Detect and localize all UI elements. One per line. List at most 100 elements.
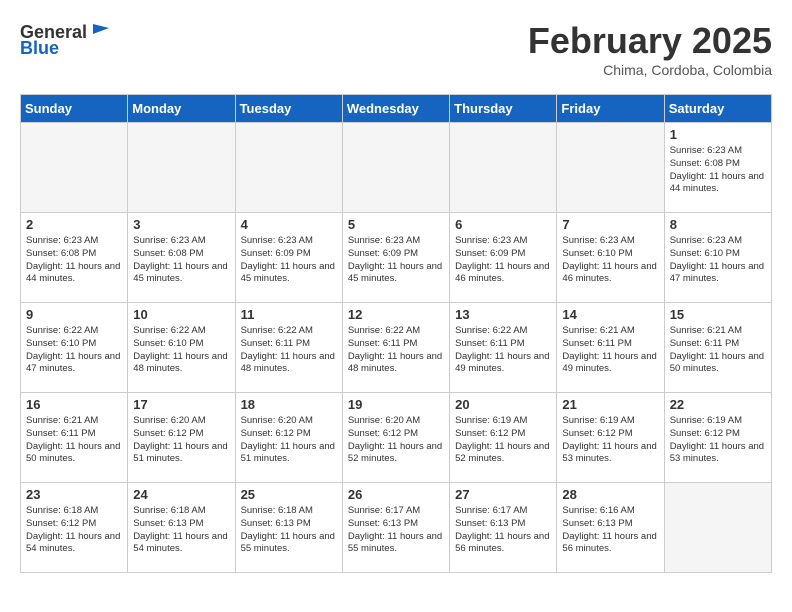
day-info: Sunrise: 6:20 AMSunset: 6:12 PMDaylight:… bbox=[348, 415, 444, 466]
calendar-cell: 7 Sunrise: 6:23 AMSunset: 6:10 PMDaylight… bbox=[557, 213, 664, 303]
calendar-cell: 5 Sunrise: 6:23 AMSunset: 6:09 PMDaylight… bbox=[342, 213, 449, 303]
day-number: 1 bbox=[670, 127, 766, 142]
day-number: 28 bbox=[562, 487, 658, 502]
day-info: Sunrise: 6:20 AMSunset: 6:12 PMDaylight:… bbox=[241, 415, 337, 466]
day-info: Sunrise: 6:18 AMSunset: 6:13 PMDaylight:… bbox=[241, 505, 337, 556]
calendar-cell: 14 Sunrise: 6:21 AMSunset: 6:11 PMDayligh… bbox=[557, 303, 664, 393]
calendar-cell: 1 Sunrise: 6:23 AMSunset: 6:08 PMDaylight… bbox=[664, 123, 771, 213]
calendar-cell: 6Sunrise: 6:23 AMSunset: 6:09 PMDaylight… bbox=[450, 213, 557, 303]
day-number: 11 bbox=[241, 307, 337, 322]
calendar-cell: 3Sunrise: 6:23 AMSunset: 6:08 PMDaylight… bbox=[128, 213, 235, 303]
day-info: Sunrise: 6:18 AMSunset: 6:13 PMDaylight:… bbox=[133, 505, 229, 556]
calendar-cell bbox=[664, 483, 771, 573]
day-number: 27 bbox=[455, 487, 551, 502]
calendar-week-2: 2 Sunrise: 6:23 AMSunset: 6:08 PMDaylight… bbox=[21, 213, 772, 303]
day-number: 15 bbox=[670, 307, 766, 322]
day-info: Sunrise: 6:21 AMSunset: 6:11 PMDaylight:… bbox=[670, 325, 766, 376]
calendar-week-1: 1 Sunrise: 6:23 AMSunset: 6:08 PMDaylight… bbox=[21, 123, 772, 213]
day-number: 17 bbox=[133, 397, 229, 412]
day-info: Sunrise: 6:17 AMSunset: 6:13 PMDaylight:… bbox=[455, 505, 551, 556]
day-number: 24 bbox=[133, 487, 229, 502]
day-info: Sunrise: 6:23 AMSunset: 6:09 PMDaylight:… bbox=[348, 235, 444, 286]
calendar-cell: 24 Sunrise: 6:18 AMSunset: 6:13 PMDayligh… bbox=[128, 483, 235, 573]
day-number: 23 bbox=[26, 487, 122, 502]
calendar-cell bbox=[342, 123, 449, 213]
day-info: Sunrise: 6:23 AMSunset: 6:09 PMDaylight:… bbox=[241, 235, 337, 286]
calendar-cell: 17 Sunrise: 6:20 AMSunset: 6:12 PMDayligh… bbox=[128, 393, 235, 483]
calendar-header-tuesday: Tuesday bbox=[235, 95, 342, 123]
calendar-week-5: 23 Sunrise: 6:18 AMSunset: 6:12 PMDayligh… bbox=[21, 483, 772, 573]
day-info: Sunrise: 6:22 AMSunset: 6:11 PMDaylight:… bbox=[455, 325, 551, 376]
day-info: Sunrise: 6:16 AMSunset: 6:13 PMDaylight:… bbox=[562, 505, 658, 556]
day-number: 19 bbox=[348, 397, 444, 412]
day-info: Sunrise: 6:18 AMSunset: 6:12 PMDaylight:… bbox=[26, 505, 122, 556]
page-header: General Blue February 2025 Chima, Cordob… bbox=[20, 20, 772, 78]
day-number: 22 bbox=[670, 397, 766, 412]
day-info: Sunrise: 6:19 AMSunset: 6:12 PMDaylight:… bbox=[562, 415, 658, 466]
calendar-cell bbox=[128, 123, 235, 213]
calendar-header-wednesday: Wednesday bbox=[342, 95, 449, 123]
logo-blue: Blue bbox=[20, 38, 59, 59]
day-info: Sunrise: 6:19 AMSunset: 6:12 PMDaylight:… bbox=[455, 415, 551, 466]
calendar-cell: 20 Sunrise: 6:19 AMSunset: 6:12 PMDayligh… bbox=[450, 393, 557, 483]
day-number: 14 bbox=[562, 307, 658, 322]
day-number: 7 bbox=[562, 217, 658, 232]
calendar-cell: 16 Sunrise: 6:21 AMSunset: 6:11 PMDayligh… bbox=[21, 393, 128, 483]
day-number: 13 bbox=[455, 307, 551, 322]
day-number: 16 bbox=[26, 397, 122, 412]
day-number: 10 bbox=[133, 307, 229, 322]
calendar-cell: 27 Sunrise: 6:17 AMSunset: 6:13 PMDayligh… bbox=[450, 483, 557, 573]
calendar-cell: 25Sunrise: 6:18 AMSunset: 6:13 PMDayligh… bbox=[235, 483, 342, 573]
calendar-cell: 10Sunrise: 6:22 AMSunset: 6:10 PMDayligh… bbox=[128, 303, 235, 393]
calendar-cell: 22 Sunrise: 6:19 AMSunset: 6:12 PMDayligh… bbox=[664, 393, 771, 483]
day-number: 20 bbox=[455, 397, 551, 412]
day-number: 4 bbox=[241, 217, 337, 232]
calendar-cell: 9Sunrise: 6:22 AMSunset: 6:10 PMDaylight… bbox=[21, 303, 128, 393]
day-info: Sunrise: 6:19 AMSunset: 6:12 PMDaylight:… bbox=[670, 415, 766, 466]
title-block: February 2025 Chima, Cordoba, Colombia bbox=[528, 20, 772, 78]
calendar-cell bbox=[450, 123, 557, 213]
calendar-header-monday: Monday bbox=[128, 95, 235, 123]
day-number: 12 bbox=[348, 307, 444, 322]
day-info: Sunrise: 6:22 AMSunset: 6:10 PMDaylight:… bbox=[26, 325, 122, 376]
day-info: Sunrise: 6:21 AMSunset: 6:11 PMDaylight:… bbox=[562, 325, 658, 376]
calendar-cell: 18Sunrise: 6:20 AMSunset: 6:12 PMDayligh… bbox=[235, 393, 342, 483]
day-number: 21 bbox=[562, 397, 658, 412]
calendar-cell: 28 Sunrise: 6:16 AMSunset: 6:13 PMDayligh… bbox=[557, 483, 664, 573]
calendar-cell: 8 Sunrise: 6:23 AMSunset: 6:10 PMDaylight… bbox=[664, 213, 771, 303]
day-number: 3 bbox=[133, 217, 229, 232]
calendar-table: SundayMondayTuesdayWednesdayThursdayFrid… bbox=[20, 94, 772, 573]
calendar-header-friday: Friday bbox=[557, 95, 664, 123]
calendar-header-thursday: Thursday bbox=[450, 95, 557, 123]
day-number: 2 bbox=[26, 217, 122, 232]
month-title: February 2025 bbox=[528, 20, 772, 62]
calendar-cell: 26Sunrise: 6:17 AMSunset: 6:13 PMDayligh… bbox=[342, 483, 449, 573]
location-subtitle: Chima, Cordoba, Colombia bbox=[528, 62, 772, 78]
calendar-header-row: SundayMondayTuesdayWednesdayThursdayFrid… bbox=[21, 95, 772, 123]
calendar-cell: 4 Sunrise: 6:23 AMSunset: 6:09 PMDaylight… bbox=[235, 213, 342, 303]
calendar-cell: 21 Sunrise: 6:19 AMSunset: 6:12 PMDayligh… bbox=[557, 393, 664, 483]
calendar-cell: 23 Sunrise: 6:18 AMSunset: 6:12 PMDayligh… bbox=[21, 483, 128, 573]
calendar-header-sunday: Sunday bbox=[21, 95, 128, 123]
calendar-week-4: 16 Sunrise: 6:21 AMSunset: 6:11 PMDayligh… bbox=[21, 393, 772, 483]
day-info: Sunrise: 6:17 AMSunset: 6:13 PMDaylight:… bbox=[348, 505, 444, 556]
day-info: Sunrise: 6:23 AMSunset: 6:08 PMDaylight:… bbox=[26, 235, 122, 286]
logo-flag-icon bbox=[89, 20, 113, 44]
calendar-cell bbox=[235, 123, 342, 213]
day-info: Sunrise: 6:23 AMSunset: 6:10 PMDaylight:… bbox=[562, 235, 658, 286]
day-info: Sunrise: 6:22 AMSunset: 6:11 PMDaylight:… bbox=[348, 325, 444, 376]
day-number: 5 bbox=[348, 217, 444, 232]
day-info: Sunrise: 6:23 AMSunset: 6:08 PMDaylight:… bbox=[670, 145, 766, 196]
day-info: Sunrise: 6:23 AMSunset: 6:10 PMDaylight:… bbox=[670, 235, 766, 286]
calendar-cell: 12 Sunrise: 6:22 AMSunset: 6:11 PMDayligh… bbox=[342, 303, 449, 393]
calendar-cell: 2 Sunrise: 6:23 AMSunset: 6:08 PMDaylight… bbox=[21, 213, 128, 303]
day-info: Sunrise: 6:21 AMSunset: 6:11 PMDaylight:… bbox=[26, 415, 122, 466]
calendar-cell bbox=[21, 123, 128, 213]
day-info: Sunrise: 6:22 AMSunset: 6:11 PMDaylight:… bbox=[241, 325, 337, 376]
day-info: Sunrise: 6:20 AMSunset: 6:12 PMDaylight:… bbox=[133, 415, 229, 466]
day-number: 8 bbox=[670, 217, 766, 232]
calendar-cell bbox=[557, 123, 664, 213]
calendar-week-3: 9Sunrise: 6:22 AMSunset: 6:10 PMDaylight… bbox=[21, 303, 772, 393]
calendar-cell: 11 Sunrise: 6:22 AMSunset: 6:11 PMDayligh… bbox=[235, 303, 342, 393]
calendar-cell: 19 Sunrise: 6:20 AMSunset: 6:12 PMDayligh… bbox=[342, 393, 449, 483]
